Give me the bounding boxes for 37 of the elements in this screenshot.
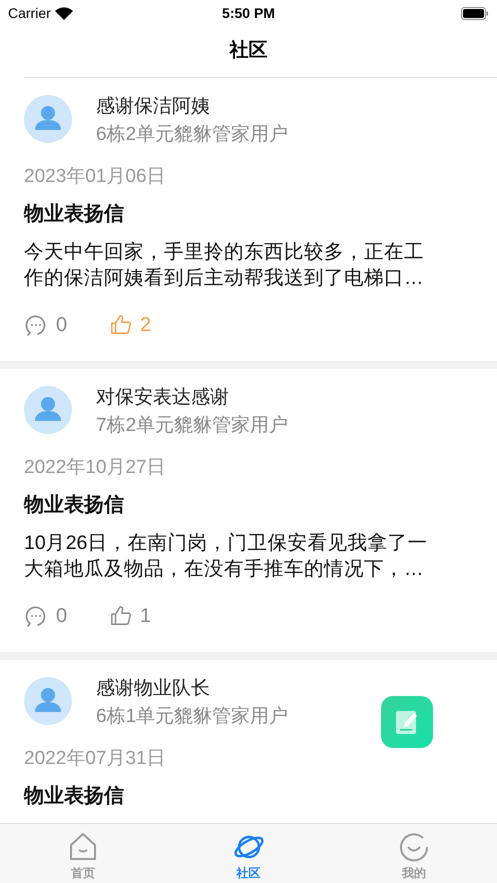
comment-button[interactable]: 0 xyxy=(24,310,110,340)
chat-bubble-icon xyxy=(24,604,48,628)
like-button[interactable]: 2 xyxy=(110,310,152,340)
avatar-icon xyxy=(24,386,72,434)
thumbs-up-icon xyxy=(110,314,132,336)
post-title: 感谢保洁阿姨 xyxy=(96,95,211,119)
post-title: 感谢物业队长 xyxy=(96,677,211,701)
tab-item[interactable]: 我的 xyxy=(331,824,497,883)
author-label: 6栋1单元貔貅管家用户 xyxy=(96,705,288,729)
comment-button[interactable]: 0 xyxy=(24,601,110,631)
post-date: 2023年01月06日 xyxy=(24,165,167,189)
wifi-icon xyxy=(54,6,73,20)
compose-button[interactable] xyxy=(381,696,433,748)
tab-item[interactable]: 首页 xyxy=(0,824,166,883)
page-title: 社区 xyxy=(230,38,268,64)
post-date: 2022年07月31日 xyxy=(24,747,167,771)
like-button[interactable]: 1 xyxy=(110,601,152,631)
post-category: 物业表扬信 xyxy=(24,784,125,809)
author-label: 6栋2单元貔貅管家用户 xyxy=(96,123,288,147)
post-title: 对保安表达感谢 xyxy=(96,386,230,410)
chat-bubble-icon xyxy=(24,313,48,337)
post-category: 物业表扬信 xyxy=(24,493,125,518)
avatar-icon xyxy=(24,677,72,725)
carrier-label: Carrier xyxy=(8,4,51,22)
post-category: 物业表扬信 xyxy=(24,202,125,227)
post-date: 2022年10月27日 xyxy=(24,456,167,480)
note-edit-icon xyxy=(394,709,420,735)
post-body: 今天中午回家，手里拎的东西比较多，正在工作的保洁阿姨看到后主动帮我送到了电梯口… xyxy=(24,240,425,291)
smile-icon xyxy=(399,832,430,862)
author-label: 7栋2单元貔貅管家用户 xyxy=(96,414,288,438)
tab-item[interactable]: 社区 xyxy=(166,824,332,883)
post-body: 10月26日，在南门岗，门卫保安看见我拿了一大箱地瓜及物品，在没有手推车的情况下，… xyxy=(24,531,428,582)
thumbs-up-icon xyxy=(110,605,132,627)
house-icon xyxy=(68,832,98,862)
avatar-icon xyxy=(24,95,72,143)
battery-icon xyxy=(461,6,489,20)
status-time: 5:50 PM xyxy=(222,4,275,22)
